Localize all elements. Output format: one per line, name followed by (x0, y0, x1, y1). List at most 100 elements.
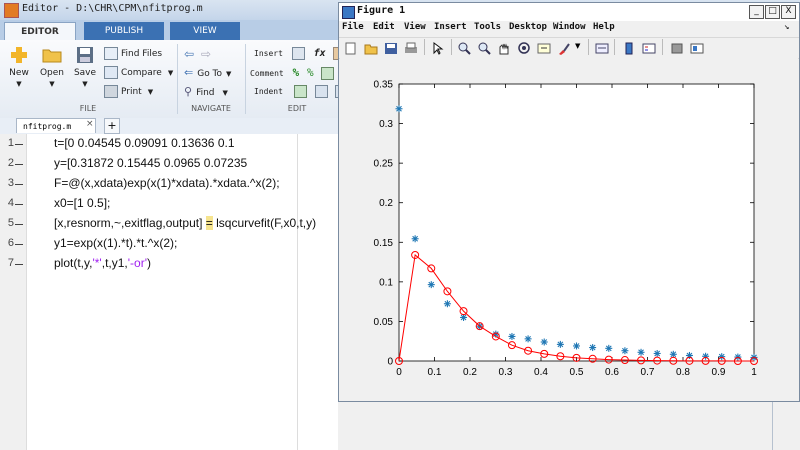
editor-title: Editor - D:\CHR\CPM\nfitprog.m (22, 3, 203, 14)
rotate-3d-icon[interactable] (517, 40, 531, 54)
tab-view[interactable]: VIEW (170, 22, 240, 40)
menu-insert[interactable]: Insert (434, 22, 467, 32)
code-line[interactable]: y1=exp(x(1).*t).*t.^x(2); (54, 236, 177, 250)
open-file-icon[interactable] (364, 40, 378, 55)
menu-view[interactable]: View (404, 22, 426, 32)
insert-legend-icon[interactable] (642, 40, 656, 54)
comment-button[interactable]: Comment % % (250, 65, 335, 81)
link-plot-icon[interactable] (595, 40, 609, 54)
line-number: 4 (7, 197, 14, 209)
find-files-button[interactable]: Find Files (104, 46, 162, 62)
data-point-asterisk (524, 335, 532, 343)
breakpoint-marker[interactable] (15, 204, 23, 205)
chevron-down-icon: ▼ (147, 88, 154, 96)
add-tab-button[interactable]: + (104, 118, 120, 134)
breakpoint-marker[interactable] (15, 164, 23, 165)
code-line[interactable]: x0=[1 0.5]; (54, 196, 110, 210)
zoom-out-icon[interactable] (477, 40, 491, 55)
save-button[interactable]: Save ▼ (69, 44, 101, 104)
breakpoint-marker[interactable] (15, 184, 23, 185)
x-tick-label: 0.1 (428, 367, 442, 378)
brush-icon[interactable] (557, 40, 571, 55)
new-figure-icon[interactable] (344, 40, 358, 55)
navigate-group-label: NAVIGATE (191, 104, 231, 113)
find-button[interactable]: ⚲ Find ▼ (184, 84, 228, 100)
show-plot-tools-icon[interactable] (690, 40, 704, 54)
code-line[interactable]: t=[0 0.04545 0.09091 0.13636 0.1 (54, 136, 235, 150)
x-tick-label: 0 (396, 367, 402, 378)
chevron-down-icon: ▼ (226, 70, 232, 78)
minimize-button[interactable]: _ (749, 5, 764, 19)
y-tick-label: 0.15 (374, 238, 394, 249)
menu-tools[interactable]: Tools (474, 22, 501, 32)
fx-icon[interactable]: fx (314, 48, 326, 59)
new-plus-icon (8, 46, 30, 64)
print-button[interactable]: Print ▼ (104, 84, 153, 100)
data-cursor-icon[interactable] (537, 40, 551, 54)
axes[interactable]: 0 0.1 0.2 0.3 0.4 0.5 0.6 0.7 0.8 0.9 1 0 0.05 0.1 0.1… (340, 58, 798, 400)
insert-colorbar-icon[interactable] (622, 40, 636, 55)
file-tab-nfitprog[interactable]: nfitprog.m (16, 118, 96, 133)
chevron-down-icon: ▼ (16, 80, 22, 88)
line-number: 5 (7, 217, 14, 229)
menu-desktop[interactable]: Desktop (509, 22, 547, 32)
menu-file[interactable]: File (342, 22, 364, 32)
chevron-down-icon: ▼ (222, 89, 228, 97)
indent-button[interactable]: Indent (254, 84, 349, 100)
tab-publish[interactable]: PUBLISH (84, 22, 164, 40)
data-point-asterisk (605, 344, 613, 352)
increase-indent-icon (314, 85, 328, 98)
code-line[interactable]: F=@(x,xdata)exp(x(1)*xdata).*xdata.^x(2)… (54, 176, 280, 190)
close-button[interactable]: X (781, 5, 796, 19)
breakpoint-marker[interactable] (15, 244, 23, 245)
save-disk-icon (74, 46, 96, 64)
breakpoint-marker[interactable] (15, 264, 23, 265)
y-tick-label: 0.3 (379, 119, 393, 130)
code-line[interactable]: y=[0.31872 0.15445 0.0965 0.07235 (54, 156, 247, 170)
maximize-button[interactable]: □ (765, 5, 780, 19)
code-line[interactable]: plot(t,y,'*',t,y1,'-or') (54, 256, 151, 270)
menu-dock-icon[interactable]: ↘ (784, 22, 789, 32)
menu-window[interactable]: Window (553, 22, 586, 32)
pan-icon[interactable] (497, 40, 511, 55)
line-number: 1 (7, 137, 14, 149)
y-tick-label: 0.25 (374, 159, 394, 170)
figure-title-bar[interactable] (339, 3, 799, 21)
data-point-asterisk (556, 340, 564, 348)
back-forward-buttons[interactable]: ⇦ ⇨ (184, 46, 211, 62)
menu-help[interactable]: Help (593, 22, 615, 32)
uncomment-icon: % (307, 66, 314, 79)
open-button[interactable]: Open ▼ (36, 44, 68, 104)
zoom-in-icon[interactable] (457, 40, 471, 55)
magnifier-icon: ⚲ (184, 85, 193, 98)
data-point-asterisk (540, 338, 548, 346)
chevron-down-icon[interactable]: ▼ (575, 42, 580, 50)
print-figure-icon[interactable] (404, 40, 418, 53)
insert-section-icon (291, 47, 305, 60)
menu-edit[interactable]: Edit (373, 22, 395, 32)
close-tab-icon[interactable]: × (86, 119, 94, 129)
printer-icon (104, 85, 118, 98)
data-point-asterisk (669, 350, 677, 358)
new-button[interactable]: New ▼ (3, 44, 35, 104)
edit-plot-icon[interactable] (431, 40, 445, 55)
toolbar-separator (588, 39, 589, 55)
code-line[interactable]: [x,resnorm,~,exitflag,output] = lsqcurve… (54, 216, 316, 230)
y-tick-label: 0.05 (374, 317, 394, 328)
compare-button[interactable]: Compare ▼ (104, 65, 173, 81)
tab-editor[interactable]: EDITOR (4, 22, 76, 41)
insert-button[interactable]: Insert fx (254, 46, 347, 62)
axes-box (398, 83, 755, 362)
y-tick-label: 0 (387, 357, 393, 368)
breakpoint-marker[interactable] (15, 224, 23, 225)
x-tick-label: 0.3 (499, 367, 513, 378)
go-to-button[interactable]: ⇐ Go To ▼ (184, 65, 231, 81)
code-margin-area[interactable] (297, 134, 338, 450)
breakpoint-marker[interactable] (15, 144, 23, 145)
hide-plot-tools-icon[interactable] (670, 40, 684, 54)
figure-icon (342, 6, 355, 19)
group-divider (245, 44, 246, 114)
save-figure-icon[interactable] (384, 40, 398, 54)
x-tick-label: 0.6 (605, 367, 619, 378)
compare-icon (104, 66, 118, 79)
